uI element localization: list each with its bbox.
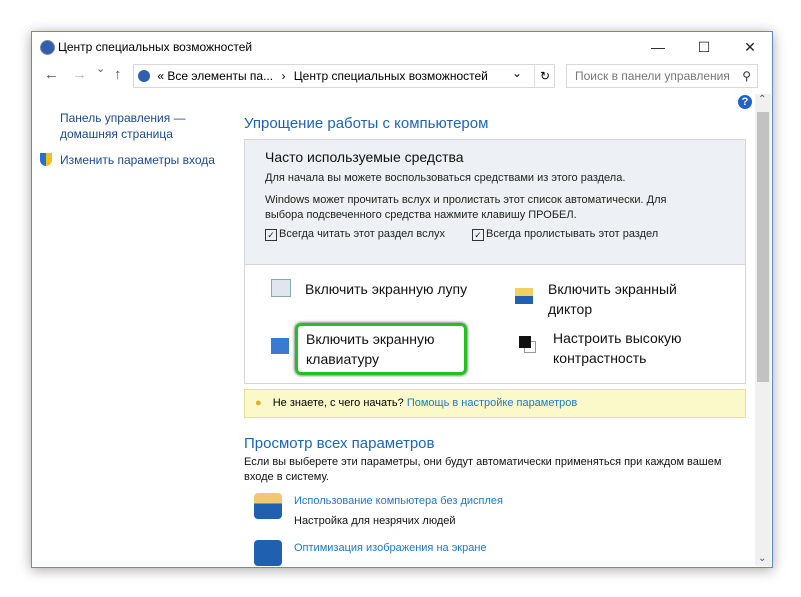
maximize-button[interactable]: ☐ xyxy=(681,32,727,62)
magnifier-link[interactable]: Включить экранную лупу xyxy=(305,279,467,299)
on-screen-keyboard-link[interactable]: Включить экранную клавиатуру xyxy=(295,323,467,375)
checkbox-checked[interactable]: ✓ xyxy=(472,229,484,241)
page-heading: Упрощение работы с компьютером xyxy=(244,115,489,132)
back-button[interactable]: ← xyxy=(44,66,59,83)
refresh-button[interactable]: ↻ xyxy=(534,65,550,87)
search-icon[interactable]: ⚲ xyxy=(742,65,751,87)
no-display-icon xyxy=(254,493,282,519)
setup-help-link[interactable]: Помощь в настройке параметров xyxy=(407,397,577,409)
sidebar-home-link[interactable]: Панель управления — домашняя страница xyxy=(60,110,210,142)
breadcrumb-prefix[interactable]: « xyxy=(157,69,164,83)
checkbox-label: Всегда читать этот раздел вслух xyxy=(279,228,446,240)
on-screen-keyboard-icon xyxy=(271,338,289,354)
search-placeholder: Поиск в панели управления xyxy=(575,69,730,83)
scroll-up-button[interactable]: ⌃ xyxy=(758,94,766,105)
help-icon[interactable]: ? xyxy=(738,95,752,109)
lightbulb-icon: ● xyxy=(255,397,262,409)
breadcrumb-current[interactable]: Центр специальных возможностей xyxy=(294,69,488,83)
narrator-icon xyxy=(515,288,533,304)
forward-button[interactable]: → xyxy=(72,66,87,83)
high-contrast-link[interactable]: Настроить высокую контрастность xyxy=(553,328,703,368)
all-settings-desc: Если вы выберете эти параметры, они буду… xyxy=(244,456,722,483)
common-tools-title: Часто используемые средства xyxy=(265,149,464,165)
checkbox-checked[interactable]: ✓ xyxy=(265,229,277,241)
close-button[interactable]: ✕ xyxy=(727,32,772,62)
display-optimize-link[interactable]: Оптимизация изображения на экране xyxy=(294,542,487,554)
narrator-link[interactable]: Включить экранный диктор xyxy=(548,279,698,319)
tip-text: Не знаете, с чего начать? xyxy=(272,397,404,409)
display-optimize-icon xyxy=(254,540,282,566)
scrollbar-thumb[interactable] xyxy=(757,112,769,382)
breadcrumb-separator: › xyxy=(281,69,286,83)
common-tools-panel: Часто используемые средства Для начала в… xyxy=(244,139,746,384)
common-tools-info: Windows может прочитать вслух и пролиста… xyxy=(265,194,667,221)
window: Центр специальных возможностей — ☐ ✕ ← →… xyxy=(31,31,773,568)
breadcrumb-all-items[interactable]: Все элементы па... xyxy=(167,69,273,83)
auto-scan-checkbox[interactable]: ✓ Всегда пролистывать этот раздел xyxy=(472,228,658,241)
high-contrast-icon xyxy=(519,336,531,348)
app-icon xyxy=(40,40,55,55)
scroll-down-button[interactable]: ⌄ xyxy=(758,553,766,564)
common-tools-header: Часто используемые средства Для начала в… xyxy=(245,140,745,265)
app-icon xyxy=(138,70,150,82)
minimize-button[interactable]: — xyxy=(635,32,681,62)
checkbox-label: Всегда пролистывать этот раздел xyxy=(486,228,659,240)
address-dropdown[interactable]: ⌄ xyxy=(512,62,522,84)
recent-pages-button[interactable]: ⌄ xyxy=(96,62,105,75)
scrollbar[interactable]: ⌃ ⌄ xyxy=(755,94,771,566)
window-title: Центр специальных возможностей xyxy=(58,40,253,54)
no-display-link[interactable]: Использование компьютера без дисплея xyxy=(294,495,503,507)
read-aloud-checkbox[interactable]: ✓ Всегда читать этот раздел вслух xyxy=(265,228,445,241)
sidebar-signin-link[interactable]: Изменить параметры входа xyxy=(60,153,215,167)
address-bar[interactable]: « Все элементы па... › Центр специальных… xyxy=(133,64,555,88)
search-input[interactable]: Поиск в панели управления ⚲ xyxy=(566,64,758,88)
all-settings-heading: Просмотр всех параметров xyxy=(244,435,435,452)
no-display-desc: Настройка для незрячих людей xyxy=(294,515,456,527)
tip-bar: ● Не знаете, с чего начать? Помощь в нас… xyxy=(244,389,746,418)
shield-icon xyxy=(40,153,52,166)
up-button[interactable]: ↑ xyxy=(114,66,122,83)
magnifier-icon xyxy=(271,279,291,297)
common-tools-intro: Для начала вы можете воспользоваться сре… xyxy=(265,172,626,184)
